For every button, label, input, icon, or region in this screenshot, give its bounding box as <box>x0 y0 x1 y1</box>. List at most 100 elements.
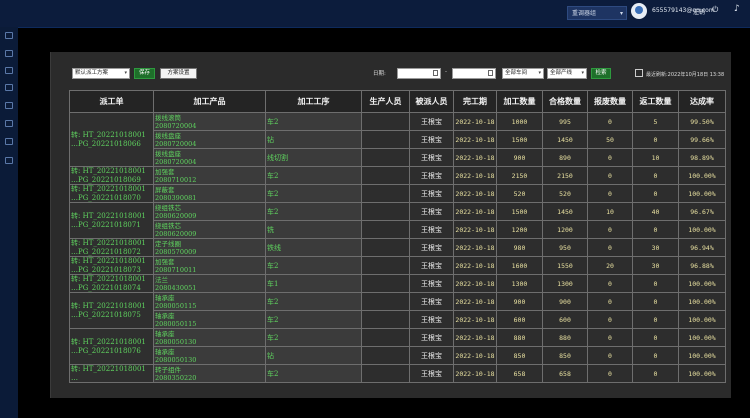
nav-grid-icon[interactable] <box>5 120 13 127</box>
qualified-cell: 600 <box>542 310 588 329</box>
column-header: 生产人员 <box>361 90 410 113</box>
nav-home-icon[interactable] <box>5 32 13 39</box>
production-line-select[interactable]: 全部产线 ▾ <box>547 68 587 79</box>
scheme-select[interactable]: 默认派工方案 ▾ <box>72 68 130 79</box>
nav-print-icon[interactable] <box>5 84 13 91</box>
table-row[interactable]: 轴承座 2080050115 车2 王根宝 2022-10-18 600 600 0 0 100.… <box>70 310 726 329</box>
rate-cell: 96.94% <box>678 238 726 257</box>
rework-cell: 5 <box>632 112 679 131</box>
table-row[interactable]: 转: HT_20221018001 … 转子组件 2080350220 车2 王根宝 20… <box>69 364 726 383</box>
assignee-cell: 王根宝 <box>409 184 454 203</box>
quantity-cell: 658 <box>496 364 543 383</box>
environment-select[interactable]: 重调器组 ▾ <box>567 6 627 20</box>
product-name: 轴承座 <box>155 311 175 320</box>
scrap-cell: 10 <box>587 202 633 221</box>
qualified-cell: 1450 <box>542 130 588 149</box>
table-row[interactable]: 转: HT_20221018001 …PG_20221018071 绕组铁芯 208… <box>69 202 726 239</box>
producer-cell <box>361 274 410 293</box>
logout-icon[interactable]: ⏻ <box>712 5 718 15</box>
nav-document-icon[interactable] <box>5 67 13 74</box>
logout-link[interactable]: 注销 <box>693 7 705 16</box>
product-code: 2080570009 <box>155 247 197 256</box>
table-row[interactable]: 转: HT_20221018001 …PG_20221018066 拨线滚筒 208… <box>69 112 726 167</box>
workshop-select[interactable]: 全部车间 ▾ <box>502 68 544 79</box>
product-cell: 绕组铁芯 2080620009 <box>153 220 266 239</box>
table-row[interactable]: 转: HT_20221018001 …PG_20221018074 法兰 20804… <box>69 274 726 293</box>
product-name: 轴承座 <box>155 347 175 356</box>
dispatch-order-cell[interactable]: 转: HT_20221018001 …PG_20221018076 <box>69 328 154 365</box>
product-name: 轴承座 <box>155 293 175 302</box>
quantity-cell: 850 <box>496 346 543 365</box>
end-date-input[interactable] <box>452 68 496 79</box>
dispatch-order-cell[interactable]: 转: HT_20221018001 …PG_20221018066 <box>69 112 154 167</box>
scheme-settings-button[interactable]: 方案设置 <box>160 68 197 79</box>
scrap-cell: 0 <box>587 166 633 185</box>
nav-settings-icon[interactable] <box>5 102 13 109</box>
assignee-cell: 王根宝 <box>409 292 454 311</box>
qualified-cell: 1450 <box>542 202 588 221</box>
start-date-input[interactable] <box>397 68 441 79</box>
save-button[interactable]: 保存 <box>134 68 155 79</box>
fullscreen-icon[interactable] <box>635 69 643 77</box>
scrap-cell: 0 <box>587 292 633 311</box>
rate-cell: 100.00% <box>678 184 726 203</box>
table-row[interactable]: 转: HT_20221018001 …PG_20221018069 加强套 2080… <box>69 166 726 185</box>
chevron-down-icon: ▾ <box>581 70 584 76</box>
product-code: 2080050115 <box>155 319 197 328</box>
dispatch-order-cell[interactable]: 转: HT_20221018001 …PG_20221018073 <box>69 256 154 275</box>
product-name: 绕组铁芯 <box>155 221 181 230</box>
table-row[interactable]: 拨线盘座 2080720004 线切割 王根宝 2022-10-18 900 890 0 10 9… <box>70 148 726 167</box>
dispatch-order-cell[interactable]: 转: HT_20221018001 …PG_20221018075 <box>69 292 154 329</box>
finish-date-cell: 2022-10-18 <box>453 148 497 167</box>
finish-date-cell: 2022-10-18 <box>453 274 497 293</box>
table-row[interactable]: 轴承座 2080050130 钻王根宝 2022-10-18 850 850 0 0 100.0… <box>70 346 726 365</box>
nav-chart-icon[interactable] <box>5 138 13 145</box>
rate-cell: 100.00% <box>678 166 726 185</box>
dispatch-order-cell[interactable]: 转: HT_20221018001 …PG_20221018071 <box>69 202 154 239</box>
process-cell: 车2 <box>265 112 362 131</box>
dispatch-order-cell[interactable]: 转: HT_20221018001 … <box>69 364 154 383</box>
quantity-cell: 520 <box>496 184 543 203</box>
bell-icon[interactable]: ♪ <box>734 4 740 14</box>
rate-cell: 99.66% <box>678 130 726 149</box>
rate-cell: 96.88% <box>678 256 726 275</box>
table-row[interactable]: 转: HT_20221018001 …PG_20221018073 加强套 2080… <box>69 256 726 275</box>
product-name: 转子组件 <box>155 365 181 374</box>
dispatch-order-cell[interactable]: 转: HT_20221018001 …PG_20221018074 <box>69 274 154 293</box>
nav-user-icon[interactable] <box>5 157 13 164</box>
rework-cell: 0 <box>632 166 679 185</box>
chevron-down-icon: ▾ <box>538 70 541 76</box>
rate-cell: 100.00% <box>678 328 726 347</box>
finish-date-cell: 2022-10-18 <box>453 346 497 365</box>
producer-cell <box>361 148 410 167</box>
quantity-cell: 1500 <box>496 202 543 221</box>
column-header: 合格数量 <box>542 90 588 113</box>
finish-date-cell: 2022-10-18 <box>453 202 497 221</box>
dispatch-order-cell[interactable]: 转: HT_20221018001 …PG_20221018070 <box>69 184 154 203</box>
rate-cell: 100.00% <box>678 364 726 383</box>
dispatch-order-cell[interactable]: 转: HT_20221018001 …PG_20221018072 <box>69 238 154 257</box>
nav-edit-icon[interactable] <box>5 50 13 57</box>
calendar-icon[interactable] <box>433 70 438 76</box>
table-row[interactable]: 转: HT_20221018001 …PG_20221018076 轴承座 2080… <box>69 328 726 365</box>
table-row[interactable]: 转: HT_20221018001 …PG_20221018072 定子线圈 208… <box>69 238 726 257</box>
table-row[interactable]: 绕组铁芯 2080620009 铣王根宝 2022-10-18 1200 1200 0 0 10… <box>70 220 726 239</box>
table-row[interactable]: 转: HT_20221018001 …PG_20221018075 轴承座 2080… <box>69 292 726 329</box>
table-row[interactable]: 拨线盘座 2080720004 钻王根宝 2022-10-18 1500 1450 50 0 9… <box>70 130 726 149</box>
product-code: 2080390081 <box>155 193 197 202</box>
user-email[interactable]: 655579143@qq.com <box>652 7 715 14</box>
avatar[interactable] <box>631 3 647 19</box>
rework-cell: 0 <box>632 130 679 149</box>
producer-cell <box>361 238 410 257</box>
calendar-icon[interactable] <box>488 70 493 76</box>
table-row[interactable]: 转: HT_20221018001 …PG_20221018070 屏蔽套 2080… <box>69 184 726 203</box>
dispatch-order-cell[interactable]: 转: HT_20221018001 …PG_20221018069 <box>69 166 154 185</box>
rework-cell: 0 <box>632 292 679 311</box>
qualified-cell: 1550 <box>542 256 588 275</box>
product-cell: 绕组铁芯 2080620009 <box>153 202 266 221</box>
producer-cell <box>361 364 410 383</box>
search-button[interactable]: 检索 <box>591 68 611 79</box>
finish-date-cell: 2022-10-18 <box>453 238 497 257</box>
product-code: 2080350220 <box>155 373 197 382</box>
column-header: 加工数量 <box>496 90 543 113</box>
